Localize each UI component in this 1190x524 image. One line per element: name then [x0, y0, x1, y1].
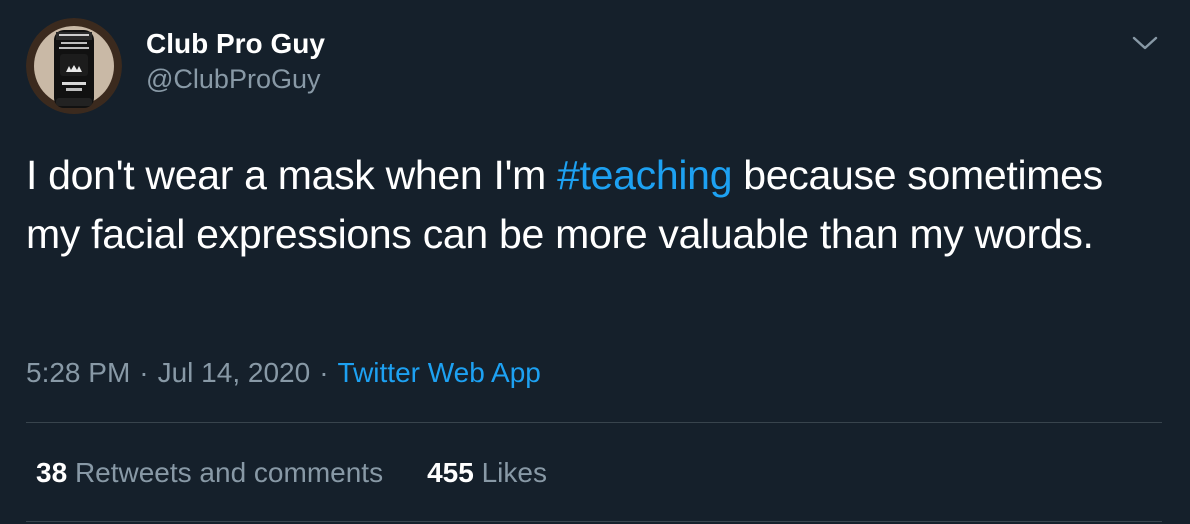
tweet-text: I don't wear a mask when I'm #teaching b… [26, 146, 1156, 264]
likes-label: Likes [481, 457, 547, 488]
tweet-card: Club Pro Guy @ClubProGuy I don't wear a … [0, 0, 1190, 524]
tweet-date[interactable]: Jul 14, 2020 [158, 357, 311, 388]
meta-separator: · [319, 357, 329, 388]
meta-separator: · [139, 357, 149, 388]
author-handle[interactable]: @ClubProGuy [146, 62, 325, 96]
likes-count: 455 [427, 457, 474, 488]
likes-stat[interactable]: 455 Likes [427, 456, 547, 490]
retweets-count: 38 [36, 457, 68, 488]
tweet-time[interactable]: 5:28 PM [26, 357, 130, 388]
author-block: Club Pro Guy @ClubProGuy [146, 27, 325, 96]
tweet-metadata: 5:28 PM · Jul 14, 2020 · Twitter Web App [26, 356, 541, 390]
more-options-button[interactable] [1128, 28, 1162, 58]
retweets-label: Retweets and comments [74, 457, 384, 488]
chevron-down-icon [1132, 36, 1158, 50]
mask-avatar-icon [26, 18, 122, 114]
divider [26, 422, 1162, 423]
avatar[interactable] [26, 18, 122, 114]
tweet-text-before: I don't wear a mask when I'm [26, 152, 558, 198]
retweets-stat[interactable]: 38 Retweets and comments [36, 456, 383, 490]
divider-bottom [26, 521, 1162, 522]
tweet-source-link[interactable]: Twitter Web App [338, 357, 541, 388]
author-display-name[interactable]: Club Pro Guy [146, 27, 325, 61]
tweet-stats: 38 Retweets and comments 455 Likes [36, 456, 547, 490]
hashtag-link[interactable]: #teaching [557, 152, 732, 198]
